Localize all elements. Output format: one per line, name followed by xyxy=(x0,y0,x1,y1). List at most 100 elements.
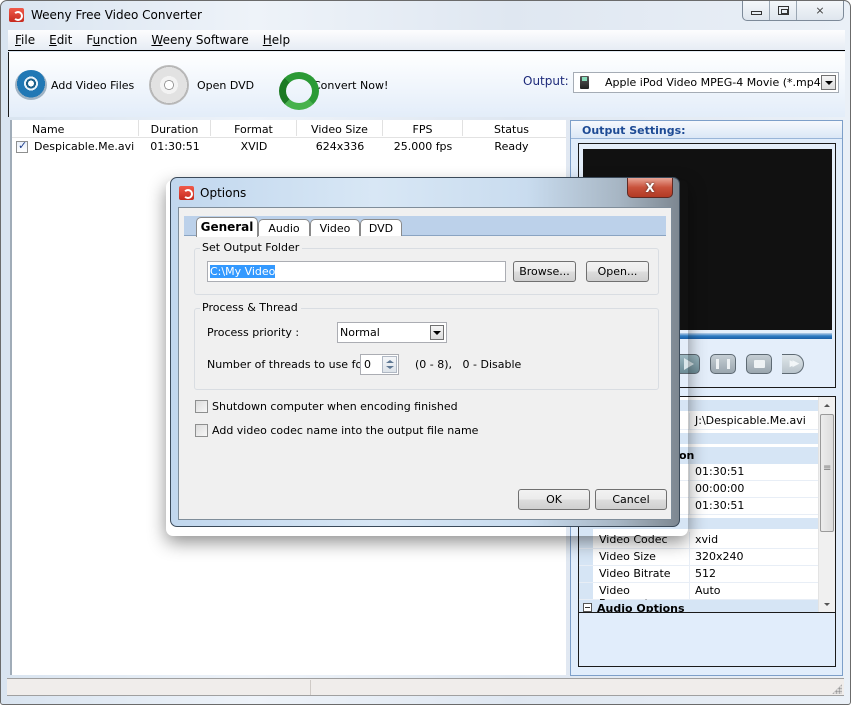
cell-video-size: 624x336 xyxy=(315,140,365,153)
cell-status: Ready xyxy=(494,140,529,153)
output-format-select[interactable]: Apple iPod Video MPEG-4 Movie (*.mp4) xyxy=(573,72,839,93)
property-row-video-bitrate[interactable]: Video Bitrate 512 xyxy=(579,566,818,583)
window-title: Weeny Free Video Converter xyxy=(31,8,202,22)
cell-fps: 25.000 fps xyxy=(393,140,453,153)
add-video-files-label: Add Video Files xyxy=(51,78,135,92)
process-priority-label: Process priority : xyxy=(207,326,300,339)
menu-weeny-software[interactable]: Weeny Software xyxy=(151,33,248,47)
tab-audio[interactable]: Audio xyxy=(258,219,310,236)
menu-function[interactable]: Function xyxy=(86,33,137,47)
convert-arrows-icon xyxy=(277,69,319,110)
collapse-icon[interactable] xyxy=(583,603,592,612)
process-priority-value: Normal xyxy=(340,326,380,339)
open-dvd-button[interactable]: Open DVD xyxy=(149,65,254,105)
status-bar xyxy=(7,678,844,696)
scrollbar-thumb[interactable] xyxy=(820,414,834,532)
maximize-button[interactable] xyxy=(770,1,797,20)
output-folder-group: Set Output Folder C:\My Video Browse... … xyxy=(194,241,659,295)
threads-stepper[interactable]: 0 xyxy=(360,354,399,375)
spin-buttons[interactable] xyxy=(382,356,397,373)
property-key: Video Bitrate xyxy=(579,566,689,583)
file-name: Despicable.Me.avi xyxy=(34,140,135,153)
scroll-up-icon[interactable] xyxy=(819,397,835,413)
output-format-value: Apple iPod Video MPEG-4 Movie (*.mp4) xyxy=(605,76,826,89)
chevron-down-icon[interactable] xyxy=(821,75,836,90)
menu-function-rest: nction xyxy=(100,33,138,47)
browse-button[interactable]: Browse... xyxy=(513,261,576,282)
property-value: J:\Despicable.Me.avi xyxy=(689,413,818,430)
property-value: 01:30:51 xyxy=(689,498,818,515)
menu-file[interactable]: File xyxy=(15,33,35,47)
convert-now-button[interactable]: Convert Now! xyxy=(277,65,388,110)
options-dialog: Options X General Audio Video DVD Set Ou… xyxy=(170,177,680,527)
tab-video[interactable]: Video xyxy=(310,219,360,236)
dialog-title: Options xyxy=(200,186,247,200)
output-settings-title: Output Settings: xyxy=(571,121,842,139)
status-separator xyxy=(310,680,311,695)
column-header-name[interactable]: Name xyxy=(12,120,139,136)
cell-name: Despicable.Me.avi xyxy=(12,139,139,153)
stop-button[interactable] xyxy=(746,354,772,374)
dvd-disc-icon xyxy=(149,65,189,105)
threads-label: Number of threads to use for xyxy=(207,358,367,371)
property-grid-scrollbar[interactable] xyxy=(818,397,835,612)
property-value: 00:00:00 xyxy=(689,481,818,498)
menu-edit-rest: dit xyxy=(56,33,73,47)
minimize-button[interactable] xyxy=(743,1,770,20)
property-row-video-size[interactable]: Video Size 320x240 xyxy=(579,549,818,566)
ok-button[interactable]: OK xyxy=(518,489,590,510)
dialog-app-icon xyxy=(179,186,194,200)
add-video-files-button[interactable]: Add Video Files xyxy=(15,65,134,105)
menu-help[interactable]: Help xyxy=(263,33,290,47)
open-folder-button[interactable]: Open... xyxy=(586,261,649,282)
property-key: Video Framerate xyxy=(579,583,689,610)
add-codec-name-checkbox[interactable] xyxy=(195,424,208,437)
menu-weeny-accel: W xyxy=(151,33,163,47)
chevron-down-icon[interactable] xyxy=(430,325,444,340)
pause-button[interactable] xyxy=(710,354,736,374)
output-folder-group-label: Set Output Folder xyxy=(200,241,303,254)
column-header-format[interactable]: Format xyxy=(211,120,297,136)
spin-down-icon[interactable] xyxy=(386,366,394,369)
close-icon: X xyxy=(645,180,655,195)
threads-value: 0 xyxy=(364,358,371,371)
shutdown-checkbox-label[interactable]: Shutdown computer when encoding finished xyxy=(212,400,458,413)
menu-edit-accel: E xyxy=(49,33,57,47)
cancel-button[interactable]: Cancel xyxy=(595,489,667,510)
menu-file-rest: ile xyxy=(21,33,36,47)
dialog-body: General Audio Video DVD Set Output Folde… xyxy=(178,207,672,520)
scroll-down-icon[interactable] xyxy=(819,596,835,612)
category-label: Audio Options xyxy=(597,602,685,613)
dialog-close-button[interactable]: X xyxy=(627,178,673,198)
process-priority-select[interactable]: Normal xyxy=(337,322,447,343)
column-header-status[interactable]: Status xyxy=(463,120,560,136)
column-header-fps[interactable]: FPS xyxy=(383,120,463,136)
property-value: 01:30:51 xyxy=(689,464,818,481)
fast-forward-button[interactable] xyxy=(782,354,804,374)
cell-duration: 01:30:51 xyxy=(150,140,200,153)
table-row[interactable]: Despicable.Me.avi 01:30:51 XVID 624x336 … xyxy=(12,138,566,155)
minimize-icon xyxy=(750,10,762,15)
tab-strip: General Audio Video DVD xyxy=(184,216,666,237)
close-button[interactable]: ⨯ xyxy=(797,1,843,20)
shutdown-checkbox[interactable] xyxy=(195,400,208,413)
spin-up-icon[interactable] xyxy=(386,360,394,363)
output-folder-input[interactable]: C:\My Video xyxy=(207,261,506,282)
property-category-audio[interactable]: Audio Options xyxy=(579,600,818,613)
menu-bar: File Edit Function Weeny Software Help xyxy=(8,30,845,51)
column-header-video-size[interactable]: Video Size xyxy=(297,120,383,136)
toolbar: Add Video Files Open DVD Convert Now! Ou… xyxy=(8,52,845,117)
menu-edit[interactable]: Edit xyxy=(49,33,72,47)
tab-dvd[interactable]: DVD xyxy=(360,219,402,236)
property-row-video-framerate[interactable]: Video Framerate Auto xyxy=(579,583,818,610)
resize-grip-icon[interactable] xyxy=(832,684,842,694)
property-key: Video Size xyxy=(579,549,689,566)
open-dvd-label: Open DVD xyxy=(197,78,255,92)
tab-general[interactable]: General xyxy=(196,217,258,237)
process-thread-group-label: Process & Thread xyxy=(200,301,301,314)
caption-buttons: ⨯ xyxy=(742,1,844,21)
output-folder-path: C:\My Video xyxy=(210,265,276,278)
column-header-duration[interactable]: Duration xyxy=(139,120,211,136)
row-checkbox[interactable] xyxy=(16,139,28,153)
add-codec-name-checkbox-label[interactable]: Add video codec name into the output fil… xyxy=(212,424,478,437)
